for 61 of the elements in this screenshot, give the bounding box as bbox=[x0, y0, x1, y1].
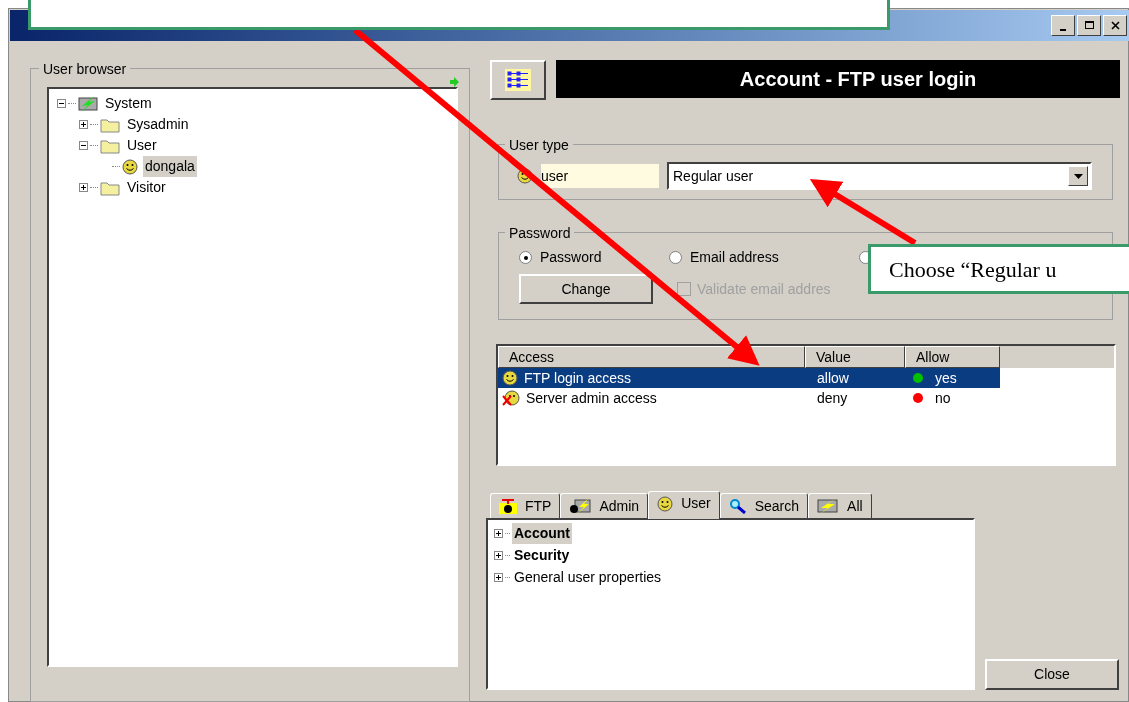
ftp-icon bbox=[499, 498, 517, 514]
column-header[interactable]: Value bbox=[805, 346, 905, 368]
folder-icon bbox=[100, 179, 120, 196]
tab[interactable]: User bbox=[648, 491, 720, 519]
table-cell-text: Server admin access bbox=[526, 388, 657, 408]
blocked-smiley-icon bbox=[502, 390, 520, 406]
collapse-icon[interactable] bbox=[79, 141, 88, 150]
radio-option[interactable]: Password bbox=[519, 247, 639, 268]
bolt-icon bbox=[817, 498, 840, 514]
table-cell-text: yes bbox=[935, 368, 957, 388]
access-row[interactable]: Server admin access deny no bbox=[498, 388, 1000, 408]
smiley-icon bbox=[657, 495, 674, 512]
table-cell: allow bbox=[817, 369, 849, 386]
caret-icon bbox=[1073, 173, 1083, 179]
access-row[interactable]: FTP login access allow yes bbox=[498, 368, 1000, 388]
smiley-icon bbox=[502, 370, 518, 386]
close-icon bbox=[1108, 19, 1122, 32]
folder-icon bbox=[100, 137, 120, 154]
expand-icon[interactable] bbox=[494, 528, 503, 538]
tree-item[interactable]: dongala bbox=[143, 156, 197, 177]
list-view-button[interactable] bbox=[490, 60, 546, 100]
folder-icon bbox=[100, 116, 120, 133]
minimize-button[interactable] bbox=[1051, 15, 1075, 36]
table-cell: deny bbox=[817, 389, 848, 406]
tree-item[interactable]: Sysadmin bbox=[125, 114, 191, 135]
tab[interactable]: Search bbox=[719, 493, 809, 518]
page-header: Account - FTP user login bbox=[556, 60, 1120, 98]
bolt-icon bbox=[78, 95, 98, 112]
expand-icon[interactable] bbox=[79, 120, 88, 129]
radio-option[interactable]: Email address bbox=[669, 247, 829, 268]
user-type-dropdown[interactable]: Regular user bbox=[667, 162, 1092, 190]
tree-item[interactable]: General user properties bbox=[512, 566, 664, 588]
admin-icon bbox=[569, 498, 592, 514]
column-header[interactable]: Access bbox=[498, 346, 805, 368]
expand-icon[interactable] bbox=[494, 550, 503, 560]
list-icon bbox=[505, 69, 531, 91]
callout-text: Choose “Regular u bbox=[889, 255, 1057, 284]
tree-item[interactable]: System bbox=[103, 93, 154, 114]
column-header[interactable]: Allow bbox=[905, 346, 1000, 368]
tree-item[interactable]: Visitor bbox=[125, 177, 168, 198]
user-type-field: user bbox=[541, 164, 659, 188]
tab[interactable]: All bbox=[808, 493, 872, 518]
expand-icon[interactable] bbox=[79, 183, 88, 192]
maximize-icon bbox=[1082, 19, 1096, 32]
table-cell-text: FTP login access bbox=[524, 368, 632, 388]
table-cell-text: no bbox=[935, 388, 951, 408]
tree-item[interactable]: Account bbox=[512, 522, 572, 544]
close-button[interactable] bbox=[1103, 15, 1127, 36]
close-button[interactable]: Close bbox=[985, 659, 1119, 690]
expand-icon[interactable] bbox=[494, 572, 503, 582]
tab[interactable]: Admin bbox=[560, 493, 649, 518]
tab[interactable]: FTP bbox=[490, 493, 561, 518]
minimize-icon bbox=[1060, 28, 1066, 31]
collapse-icon[interactable] bbox=[57, 99, 66, 108]
maximize-button[interactable] bbox=[1077, 15, 1101, 36]
search-icon bbox=[728, 498, 747, 514]
smiley-icon bbox=[122, 158, 138, 175]
smiley-icon bbox=[517, 168, 533, 184]
change-button[interactable]: Change bbox=[519, 274, 653, 304]
tree-item[interactable]: Security bbox=[512, 544, 572, 566]
tree-item[interactable]: User bbox=[125, 135, 159, 156]
